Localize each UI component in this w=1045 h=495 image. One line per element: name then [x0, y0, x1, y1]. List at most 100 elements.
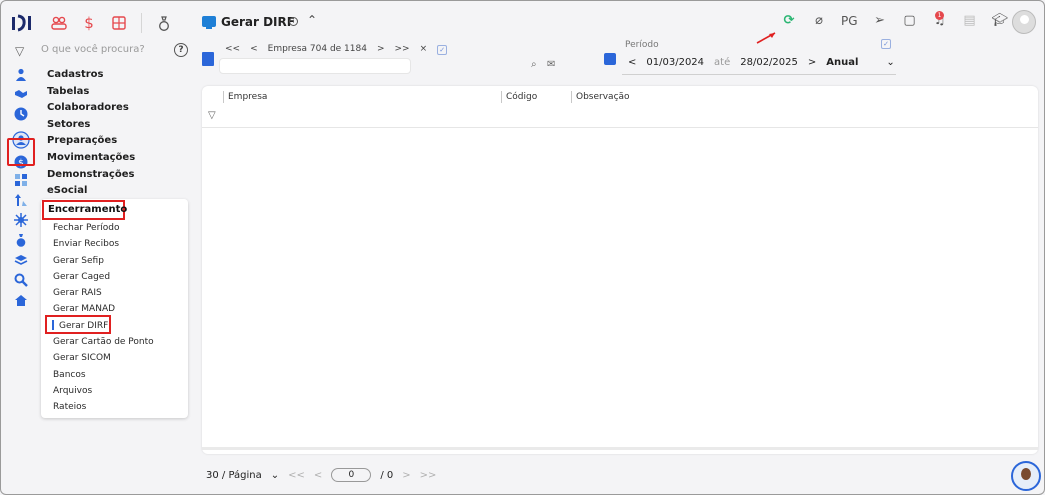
next-period-button[interactable]: >: [808, 57, 816, 68]
period-start[interactable]: 01/03/2024: [646, 57, 704, 68]
submenu-item-gerar-caged[interactable]: Gerar Caged: [53, 269, 154, 285]
last-page-button[interactable]: >>: [420, 470, 437, 481]
menu-search-input[interactable]: O que você procura?: [41, 44, 145, 55]
period-underline: [622, 74, 896, 75]
active-submenu-highlight: [45, 315, 111, 334]
pg-button[interactable]: PG: [841, 14, 858, 28]
period-checkbox[interactable]: ✓: [881, 39, 891, 49]
menu-item-demonstracoes[interactable]: Demonstrações: [47, 167, 197, 184]
page-title: Gerar DIRF: [221, 15, 295, 29]
module-rail: $: [10, 67, 34, 308]
layers-icon[interactable]: [10, 252, 32, 268]
module-shortcuts: $: [51, 13, 172, 33]
dollar-icon[interactable]: $: [81, 14, 97, 32]
page-size-select[interactable]: 30 / Página: [206, 470, 262, 481]
search-icon[interactable]: ⌕: [531, 59, 537, 70]
money-bag-icon[interactable]: [156, 15, 172, 31]
menu-item-colaboradores[interactable]: Colaboradores: [47, 100, 197, 117]
page-input[interactable]: 0: [331, 468, 372, 482]
help-icon[interactable]: ?: [174, 43, 188, 57]
first-page-button[interactable]: <<: [288, 470, 305, 481]
pagination: 30 / Página ⌄ << < 0 / 0 > >>: [206, 468, 436, 482]
chevron-up-icon[interactable]: ⌃: [307, 13, 317, 27]
mail-icon[interactable]: ✉: [547, 59, 555, 70]
period-separator: até: [714, 57, 731, 68]
folder-icon[interactable]: ▢: [902, 13, 918, 28]
column-observacao[interactable]: Observação: [571, 91, 630, 103]
chevron-down-icon[interactable]: ⌄: [271, 470, 279, 481]
chevron-down-icon[interactable]: ⌄: [886, 57, 894, 68]
submenu-item-gerar-sicom[interactable]: Gerar SICOM: [53, 350, 154, 366]
submenu-item-bancos[interactable]: Bancos: [53, 367, 154, 383]
next-company-button[interactable]: >: [377, 44, 385, 55]
company-input[interactable]: [219, 58, 411, 74]
menu-item-tabelas[interactable]: Tabelas: [47, 84, 197, 101]
divider: [141, 13, 142, 33]
prev-company-button[interactable]: <: [250, 44, 258, 55]
toolbar: ⟳ ⌀ PG ➢ ▢ ♫ ▤ 🎓︎: [781, 13, 1009, 28]
app-window: $ ▽ O que você procura? ? $ Cadastros Ta…: [0, 0, 1045, 495]
first-company-button[interactable]: <<: [225, 44, 240, 55]
settings-network-icon[interactable]: [10, 212, 32, 228]
company-counter: Empresa 704 de 1184: [267, 44, 367, 54]
menu-item-cadastros[interactable]: Cadastros: [47, 67, 197, 84]
info-icon[interactable]: i: [289, 17, 298, 26]
prev-period-button[interactable]: <: [628, 57, 636, 68]
money-bag-blue-icon[interactable]: [10, 232, 32, 248]
report-icon[interactable]: ▤: [962, 13, 978, 28]
building-icon: [202, 52, 214, 66]
graduation-cap-icon[interactable]: 🎓︎: [992, 13, 1009, 28]
menu-item-esocial[interactable]: eSocial: [47, 183, 197, 200]
send-icon[interactable]: ➢: [872, 13, 888, 28]
submenu-item-fechar-periodo[interactable]: Fechar Período: [53, 220, 154, 236]
user-avatar[interactable]: [1012, 10, 1036, 34]
period-type-select[interactable]: Anual: [826, 57, 858, 68]
column-empresa[interactable]: Empresa: [223, 91, 267, 103]
calculator-icon[interactable]: [111, 15, 127, 31]
last-company-button[interactable]: >>: [395, 44, 410, 55]
filter-icon[interactable]: ▽: [15, 44, 24, 58]
handshake-icon[interactable]: [10, 86, 32, 102]
search-icon[interactable]: [10, 272, 32, 288]
column-codigo[interactable]: Código: [501, 91, 537, 103]
submenu-item-gerar-rais[interactable]: Gerar RAIS: [53, 285, 154, 301]
menu-item-preparacoes[interactable]: Preparações: [47, 133, 197, 150]
filter-icon[interactable]: ▽: [208, 110, 216, 121]
prev-page-button[interactable]: <: [314, 470, 322, 481]
period-label: Período: [625, 40, 659, 50]
page-total: / 0: [380, 469, 394, 481]
sidebar-menu: Cadastros Tabelas Colaboradores Setores …: [47, 67, 197, 200]
grid-icon[interactable]: [10, 172, 32, 188]
home-icon[interactable]: [10, 292, 32, 308]
submenu-item-gerar-cartao-ponto[interactable]: Gerar Cartão de Ponto: [53, 334, 154, 350]
refresh-icon[interactable]: ⟳: [781, 13, 797, 28]
annotation-arrow: [756, 32, 776, 44]
clock-icon[interactable]: [10, 106, 32, 122]
notification-badge: 1: [935, 11, 944, 20]
monitor-icon: [202, 16, 216, 29]
grid-header: Empresa Código Observação ▽: [202, 86, 1038, 128]
broom-icon[interactable]: ⌀: [811, 13, 827, 28]
transfer-icon[interactable]: [10, 192, 32, 208]
person-icon[interactable]: [10, 67, 32, 83]
data-grid: Empresa Código Observação ▽: [202, 86, 1038, 454]
app-logo[interactable]: [11, 13, 33, 33]
submenu-item-arquivos[interactable]: Arquivos: [53, 383, 154, 399]
users-icon[interactable]: [51, 15, 67, 31]
period-end[interactable]: 28/02/2025: [740, 57, 798, 68]
company-navigator: << < Empresa 704 de 1184 > >> × ✓: [225, 44, 448, 55]
submenu-item-enviar-recibos[interactable]: Enviar Recibos: [53, 236, 154, 252]
period-selector: < 01/03/2024 até 28/02/2025 > Anual ⌄: [628, 57, 895, 68]
assistant-avatar[interactable]: [1011, 461, 1041, 491]
calendar-icon: [604, 53, 616, 65]
next-page-button[interactable]: >: [402, 470, 410, 481]
company-checkbox[interactable]: ✓: [437, 45, 448, 55]
menu-item-encerramento[interactable]: Encerramento: [42, 200, 127, 220]
horizontal-scrollbar[interactable]: [202, 447, 1038, 450]
menu-item-setores[interactable]: Setores: [47, 117, 197, 134]
submenu-item-gerar-sefip[interactable]: Gerar Sefip: [53, 253, 154, 269]
active-module-highlight: [7, 138, 35, 166]
menu-item-movimentacoes[interactable]: Movimentações: [47, 150, 197, 167]
submenu-item-rateios[interactable]: Rateios: [53, 399, 154, 415]
clear-company-button[interactable]: ×: [420, 44, 428, 55]
